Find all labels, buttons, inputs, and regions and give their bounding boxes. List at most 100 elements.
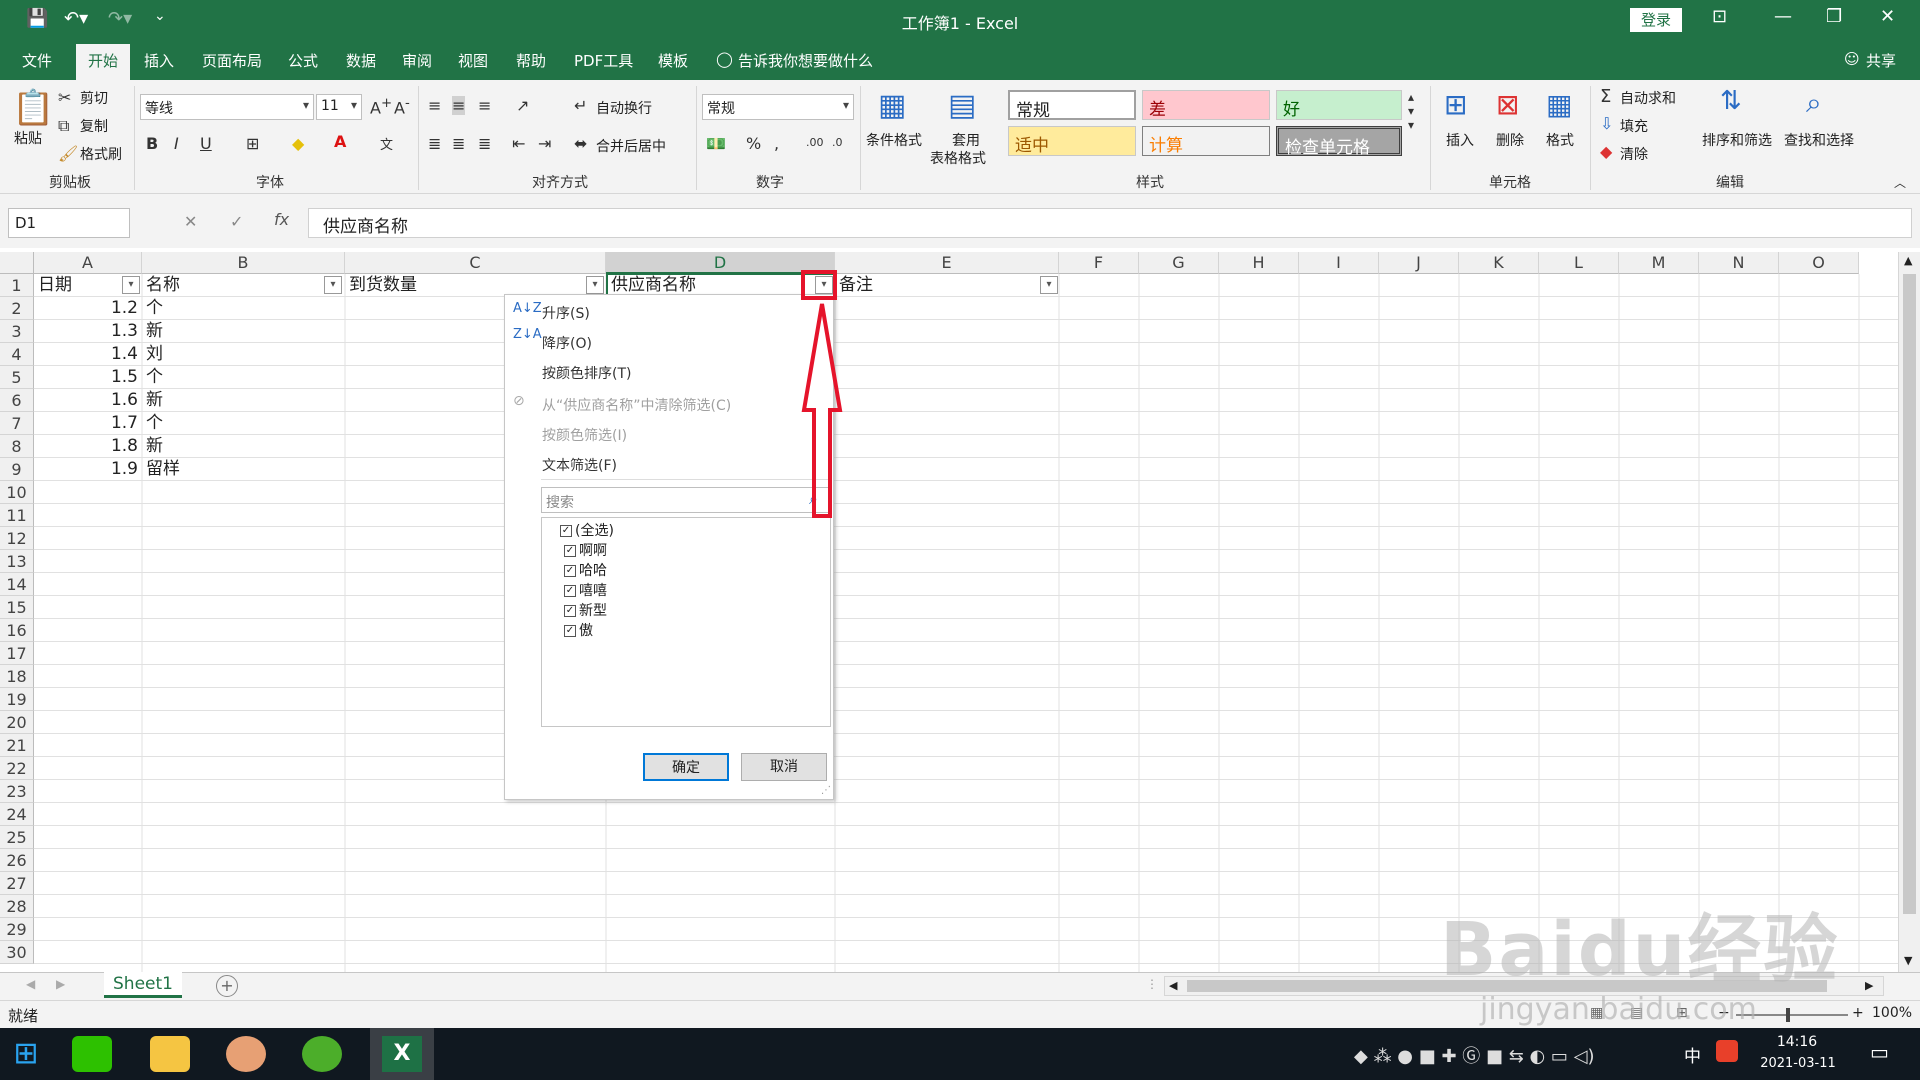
tab-review[interactable]: 审阅 [402,50,432,71]
column-header-c[interactable]: C [345,252,606,274]
insert-cells-button[interactable]: 插入 [1446,130,1474,150]
date-cell[interactable]: 1.3 [36,320,138,343]
name-cell[interactable]: 个 [146,366,336,389]
row-header[interactable]: 1 [0,274,34,297]
sheet-tab-sheet1[interactable]: Sheet1 [104,972,182,998]
date-cell[interactable]: 1.2 [36,297,138,320]
row-header[interactable]: 18 [0,665,34,688]
column-header-a[interactable]: A [34,252,142,274]
row-header[interactable]: 21 [0,734,34,757]
date-cell[interactable]: 1.8 [36,435,138,458]
style-calculation[interactable]: 计算 [1142,126,1270,156]
row-header[interactable]: 8 [0,435,34,458]
column-header-l[interactable]: L [1539,252,1619,274]
underline-icon[interactable]: U [200,134,212,153]
insert-function-icon[interactable]: fx [274,210,289,229]
style-check-cell[interactable]: 检查单元格 [1276,126,1402,158]
font-size-select[interactable]: 11 [316,94,362,120]
orientation-icon[interactable]: ↗ [516,96,529,115]
style-bad[interactable]: 差 [1142,90,1270,120]
name-cell[interactable]: 留样 [146,458,336,481]
paste-icon[interactable]: 📋 [12,88,54,128]
column-header-b[interactable]: B [142,252,345,274]
checkbox-checked-icon[interactable]: ✓ [564,585,576,597]
row-header[interactable]: 2 [0,297,34,320]
resize-grip-icon[interactable]: ⋰ [821,785,831,796]
row-header[interactable]: 10 [0,481,34,504]
column-header-o[interactable]: O [1779,252,1859,274]
row-header[interactable]: 29 [0,918,34,941]
border-icon[interactable]: ⊞ [246,134,259,153]
close-icon[interactable]: ✕ [1880,6,1895,27]
format-cells-button[interactable]: 格式 [1546,130,1574,150]
font-color-icon[interactable]: A [334,132,346,151]
filter-dropdown-b[interactable]: ▾ [324,276,342,294]
bold-icon[interactable]: B [146,134,158,153]
header-cell-notes[interactable]: 备注 [839,274,1039,297]
italic-icon[interactable]: I [174,134,179,153]
scroll-left-icon[interactable]: ◀ [1169,979,1177,992]
row-header[interactable]: 5 [0,366,34,389]
row-header[interactable]: 22 [0,757,34,780]
style-good[interactable]: 好 [1276,90,1402,120]
sort-by-color-item[interactable]: 按颜色排序(T) [542,363,631,383]
tab-view[interactable]: 视图 [458,50,488,71]
share-button[interactable]: 共享 [1866,50,1896,71]
row-header[interactable]: 24 [0,803,34,826]
align-top-icon[interactable]: ≡ [428,96,441,115]
tab-help[interactable]: 帮助 [516,50,546,71]
merge-center-button[interactable]: 合并后居中 [596,136,666,156]
column-header-n[interactable]: N [1699,252,1779,274]
tab-file[interactable]: 文件 [22,50,52,71]
vertical-scroll-thumb[interactable] [1903,274,1916,914]
date-cell[interactable]: 1.4 [36,343,138,366]
cut-button[interactable]: 剪切 [80,88,108,108]
tab-templates[interactable]: 模板 [658,50,688,71]
style-neutral[interactable]: 适中 [1008,126,1136,156]
tab-page-layout[interactable]: 页面布局 [202,50,262,71]
filter-item[interactable]: ✓ 新型 [564,600,607,620]
zoom-slider-thumb[interactable] [1786,1008,1790,1022]
ok-button[interactable]: 确定 [643,753,729,781]
column-header-m[interactable]: M [1619,252,1699,274]
comma-icon[interactable]: , [774,134,779,153]
tell-me-search[interactable]: 告诉我你想要做什么 [738,50,873,71]
zoom-in-icon[interactable]: + [1852,1005,1864,1021]
excel-taskbar-button[interactable]: X [370,1028,434,1080]
checkbox-checked-icon[interactable]: ✓ [560,525,572,537]
fill-color-icon[interactable]: ◆ [292,134,304,153]
column-header-h[interactable]: H [1219,252,1299,274]
date-cell[interactable]: 1.9 [36,458,138,481]
ime-indicator[interactable]: 中 [1684,1042,1701,1067]
row-header[interactable]: 26 [0,849,34,872]
file-explorer-icon[interactable] [150,1036,190,1072]
increase-indent-icon[interactable]: ⇥ [538,134,551,153]
row-header[interactable]: 23 [0,780,34,803]
align-center-icon[interactable]: ≣ [452,134,465,153]
login-button[interactable]: 登录 [1630,8,1682,32]
date-cell[interactable]: 1.7 [36,412,138,435]
name-cell[interactable]: 新 [146,389,336,412]
row-header[interactable]: 17 [0,642,34,665]
filter-item[interactable]: ✓ 傲 [564,620,593,640]
column-header-i[interactable]: I [1299,252,1379,274]
number-format-select[interactable]: 常规 [702,94,854,120]
avatar-app-icon[interactable] [226,1036,266,1072]
sort-filter-button[interactable]: 排序和筛选 [1702,130,1772,150]
align-middle-icon[interactable]: ≡ [452,96,466,115]
scroll-up-icon[interactable]: ▲ [1904,254,1912,267]
column-header-g[interactable]: G [1139,252,1219,274]
enter-icon[interactable]: ✓ [230,212,243,231]
tab-home[interactable]: 开始 [76,44,131,80]
row-header[interactable]: 12 [0,527,34,550]
decrease-indent-icon[interactable]: ⇤ [512,134,525,153]
column-header-f[interactable]: F [1059,252,1139,274]
formula-input[interactable]: 供应商名称 [308,208,1912,238]
checkbox-checked-icon[interactable]: ✓ [564,565,576,577]
percent-icon[interactable]: % [746,134,761,153]
sogou-icon[interactable] [1716,1040,1738,1062]
wechat-icon[interactable] [72,1036,112,1072]
checkbox-checked-icon[interactable]: ✓ [564,545,576,557]
row-header[interactable]: 15 [0,596,34,619]
row-header[interactable]: 13 [0,550,34,573]
